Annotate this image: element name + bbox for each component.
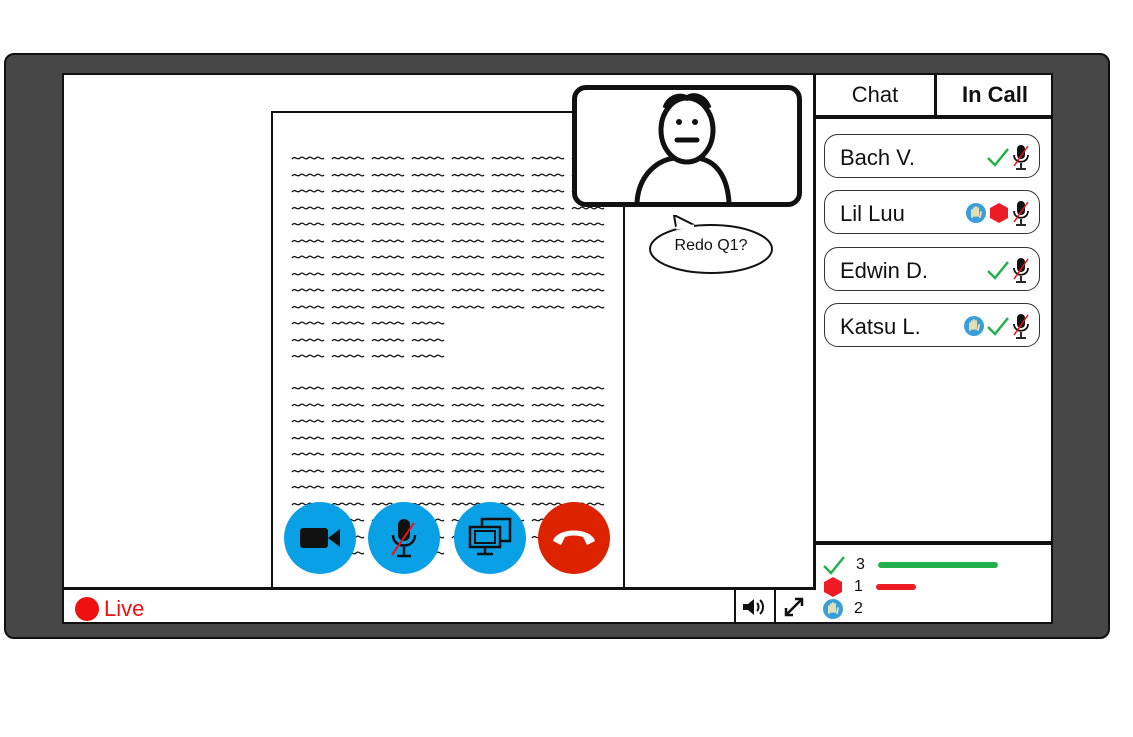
check-icon <box>986 315 1010 337</box>
document-text-line <box>291 351 605 368</box>
summary-row-stop: 1 <box>822 577 916 597</box>
document-text-line <box>291 400 605 417</box>
shared-screen-area: Redo Q1? <box>64 75 816 588</box>
document-text-line <box>291 416 605 433</box>
stop-hexagon-icon <box>988 202 1010 224</box>
participant-status <box>986 143 1031 171</box>
summary-bar <box>876 584 916 590</box>
raised-hand-icon <box>963 315 985 337</box>
status-summary: 3 1 2 <box>816 541 1053 624</box>
live-label: Live <box>104 596 145 621</box>
mic-muted-icon <box>1011 256 1031 284</box>
participant-status <box>986 256 1031 284</box>
participant-name: Edwin D. <box>840 258 929 283</box>
expand-icon <box>784 597 804 617</box>
share-screen-icon <box>468 517 512 556</box>
participant-name: Bach V. <box>840 145 916 170</box>
summary-count: 3 <box>856 556 865 573</box>
raised-hand-icon <box>965 202 987 224</box>
document-text-line <box>291 302 605 319</box>
document-text-line <box>291 236 605 253</box>
participant-status <box>963 312 1031 340</box>
mic-muted-icon <box>391 519 417 558</box>
document-text-line <box>291 219 605 236</box>
call-window: Redo Q1? Live Chat In Call Bach V. Lil L… <box>62 73 1053 624</box>
participant-name: Katsu L. <box>840 314 921 339</box>
participant-row[interactable]: Katsu L. <box>824 303 1040 347</box>
document-text-line <box>291 285 605 302</box>
mic-muted-icon <box>1011 199 1031 227</box>
document-text-line <box>291 482 605 499</box>
panel-tabs: Chat In Call <box>816 75 1053 119</box>
stop-hexagon-icon <box>822 576 844 598</box>
camera-button[interactable] <box>284 502 356 574</box>
document-text-line <box>291 170 605 187</box>
volume-button[interactable] <box>734 590 772 624</box>
document-text-block <box>291 153 605 368</box>
summary-count: 2 <box>854 600 863 617</box>
document-text-line <box>291 203 605 220</box>
participant-row[interactable]: Lil Luu <box>824 190 1040 234</box>
speaker-icon <box>743 599 764 615</box>
fullscreen-button[interactable] <box>774 590 812 624</box>
participant-status <box>965 199 1031 227</box>
summary-row-hand: 2 <box>822 599 872 619</box>
participant-row[interactable]: Bach V. <box>824 134 1040 178</box>
summary-row-check: 3 <box>822 555 998 575</box>
document-text-line <box>291 466 605 483</box>
document-text-line <box>291 153 605 170</box>
document-text-line <box>291 186 605 203</box>
raised-hand-icon <box>822 598 844 620</box>
live-indicator-icon <box>75 597 99 621</box>
mic-muted-icon <box>1011 143 1031 171</box>
hang-up-button[interactable] <box>538 502 610 574</box>
speech-bubble-text: Redo Q1? <box>674 237 748 254</box>
document-text-line <box>291 383 605 400</box>
hang-up-icon <box>553 530 595 545</box>
camera-icon <box>300 528 340 548</box>
tab-in-call[interactable]: In Call <box>937 75 1053 115</box>
summary-count: 1 <box>854 578 863 595</box>
participant-row[interactable]: Edwin D. <box>824 247 1040 291</box>
document-text-line <box>291 449 605 466</box>
side-panel: Chat In Call Bach V. Lil Luu Edwin D. Ka… <box>816 75 1053 624</box>
microphone-button[interactable] <box>368 502 440 574</box>
share-screen-button[interactable] <box>454 502 526 574</box>
document-text-line <box>291 269 605 286</box>
check-icon <box>986 259 1010 281</box>
mic-muted-icon <box>1011 312 1031 340</box>
presenter-avatar <box>634 93 732 203</box>
document-text-line <box>291 252 605 269</box>
tab-chat[interactable]: Chat <box>816 75 934 115</box>
status-bar: Live <box>64 587 816 624</box>
participant-name: Lil Luu <box>840 201 905 226</box>
summary-bar <box>878 562 998 568</box>
document-text-line <box>291 318 605 335</box>
document-text-line <box>291 433 605 450</box>
presenter-video-tile[interactable] <box>572 85 802 207</box>
check-icon <box>822 554 846 576</box>
check-icon <box>986 146 1010 168</box>
document-text-line <box>291 335 605 352</box>
